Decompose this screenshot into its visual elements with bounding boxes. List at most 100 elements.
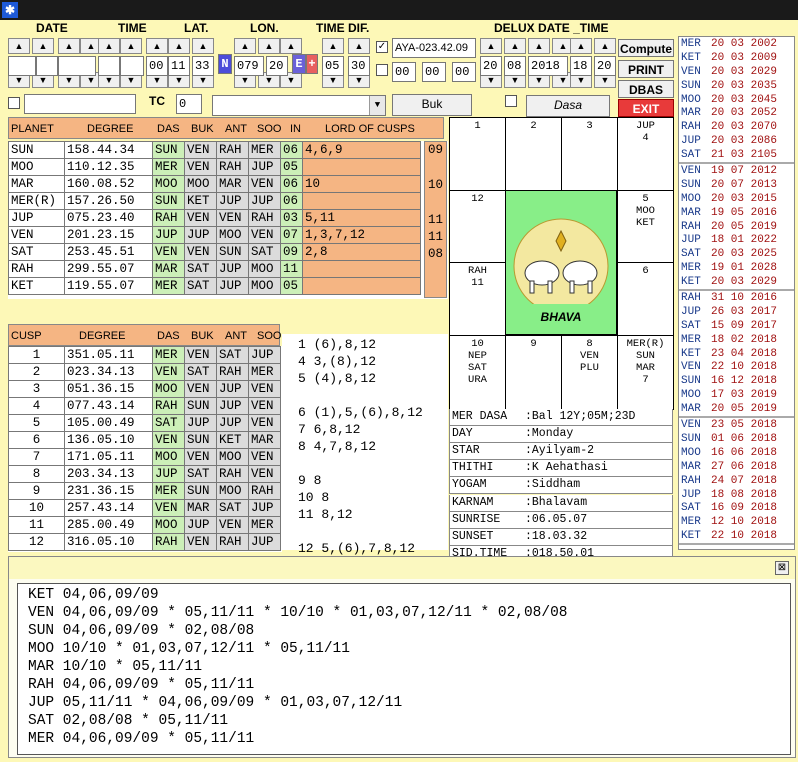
spin-up-icon[interactable]: ▲: [322, 38, 344, 54]
dasa-date: 18 08 2018: [711, 488, 778, 501]
dasa-date-row[interactable]: MER 18 02 2018: [679, 333, 794, 347]
time-hour-field[interactable]: [98, 56, 120, 76]
dasa-date-row[interactable]: JUP 18 01 2022: [679, 233, 794, 247]
time-min-field[interactable]: [120, 56, 144, 76]
td-min-field[interactable]: 30: [348, 56, 370, 76]
zone-checkbox[interactable]: [376, 64, 388, 76]
lon-dir-button[interactable]: E: [292, 54, 306, 74]
dasa-date-row[interactable]: MOO 20 03 2045: [679, 93, 794, 107]
spin-up-icon[interactable]: ▲: [32, 38, 54, 54]
dasa-date-row[interactable]: MAR 19 05 2016: [679, 206, 794, 220]
cusp-cell: 077.43.14: [64, 397, 153, 415]
spin-up-icon[interactable]: ▲: [504, 38, 526, 54]
dasa-date-row[interactable]: SAT 15 09 2017: [679, 319, 794, 333]
dasa-date-row[interactable]: SAT 21 03 2105: [679, 148, 794, 162]
dasa-date-row[interactable]: MER 20 03 2002: [679, 37, 794, 51]
spin-up-icon[interactable]: ▲: [480, 38, 502, 54]
dasa-date-row[interactable]: MAR 20 03 2052: [679, 106, 794, 120]
dasa-date-row[interactable]: MOO 16 06 2018: [679, 446, 794, 460]
dasa-date-row[interactable]: MOO 17 03 2019: [679, 388, 794, 402]
buk-button[interactable]: Buk: [392, 94, 472, 116]
dasa-date-row[interactable]: RAH 20 05 2019: [679, 220, 794, 234]
spin-up-icon[interactable]: ▲: [8, 38, 30, 54]
dasa-date-row[interactable]: SAT 20 03 2025: [679, 247, 794, 261]
date-day-field[interactable]: [8, 56, 36, 76]
dasa-date-row[interactable]: VEN 23 05 2018: [679, 418, 794, 432]
dasa-date-row[interactable]: RAH 24 07 2018: [679, 474, 794, 488]
spin-up-icon[interactable]: ▲: [120, 38, 142, 54]
dasa-date-row[interactable]: SAT 16 09 2018: [679, 501, 794, 515]
spin-up-icon[interactable]: ▲: [594, 38, 616, 54]
spin-up-icon[interactable]: ▲: [168, 38, 190, 54]
dasa-date-row[interactable]: JUP 20 03 2086: [679, 134, 794, 148]
spin-up-icon[interactable]: ▲: [146, 38, 168, 54]
dasa-date-row[interactable]: VEN 19 07 2012: [679, 164, 794, 178]
dasa-date-row[interactable]: KET 20 03 2029: [679, 275, 794, 289]
delux-year-field[interactable]: 2018: [528, 56, 568, 76]
spin-up-icon[interactable]: ▲: [348, 38, 370, 54]
cusp-cell: VEN: [152, 431, 185, 449]
aya-field[interactable]: AYA-023.42.09: [392, 38, 476, 58]
dasa-date-row[interactable]: MAR 27 06 2018: [679, 460, 794, 474]
dasa-date-row[interactable]: VEN 20 03 2029: [679, 65, 794, 79]
dasa-date-row[interactable]: VEN 22 10 2018: [679, 360, 794, 374]
lat-sec-field[interactable]: 33: [192, 56, 214, 76]
lon-deg-field[interactable]: 079: [234, 56, 264, 76]
lon-min-field[interactable]: 20: [266, 56, 288, 76]
tc-field[interactable]: 0: [176, 94, 202, 114]
dasa-planet: JUP: [681, 135, 701, 148]
dasa-date-row[interactable]: MAR 20 05 2019: [679, 402, 794, 416]
spin-up-icon[interactable]: ▲: [98, 38, 120, 54]
dbas-button[interactable]: DBAS: [618, 80, 674, 98]
aya-checkbox[interactable]: ✓: [376, 41, 388, 53]
chevron-down-icon[interactable]: ▼: [369, 96, 385, 115]
print-button[interactable]: PRINT: [618, 60, 674, 78]
spin-up-icon[interactable]: ▲: [234, 38, 256, 54]
zone-1-field[interactable]: 00: [392, 62, 416, 82]
dasa-date-row[interactable]: MER 19 01 2028: [679, 261, 794, 275]
dasa-checkbox[interactable]: [505, 95, 517, 107]
dasa-date-row[interactable]: JUP 26 03 2017: [679, 305, 794, 319]
close-icon[interactable]: ⊠: [775, 561, 789, 575]
dasa-date-row[interactable]: SUN 01 06 2018: [679, 432, 794, 446]
dasa-date-row[interactable]: RAH 20 03 2070: [679, 120, 794, 134]
side-number: [425, 264, 446, 281]
delux-hour-field[interactable]: 18: [570, 56, 592, 76]
dasa-date-row[interactable]: SUN 20 03 2035: [679, 79, 794, 93]
dasa-button[interactable]: Dasa: [526, 95, 610, 117]
zone-3-field[interactable]: 00: [452, 62, 476, 82]
delux-day-field[interactable]: 20: [480, 56, 502, 76]
zone-2-field[interactable]: 00: [422, 62, 446, 82]
cusp-cell: MAR: [184, 499, 217, 517]
date-year-field[interactable]: [58, 56, 96, 76]
delux-month-field[interactable]: 08: [504, 56, 526, 76]
dasa-date-row[interactable]: KET 20 03 2009: [679, 51, 794, 65]
dasa-date-row[interactable]: SUN 20 07 2013: [679, 178, 794, 192]
dasa-date-row[interactable]: RAH 31 10 2016: [679, 291, 794, 305]
spin-up-icon[interactable]: ▲: [258, 38, 280, 54]
dasa-date-row[interactable]: MER 12 10 2018: [679, 515, 794, 529]
dasa-date-row[interactable]: KET 23 04 2018: [679, 347, 794, 361]
exit-button[interactable]: EXIT: [618, 99, 674, 117]
dasa-date-row[interactable]: SUN 16 12 2018: [679, 374, 794, 388]
dasa-date-row[interactable]: MOO 20 03 2015: [679, 192, 794, 206]
misc-checkbox[interactable]: [8, 97, 20, 109]
lon-sign-button[interactable]: +: [306, 54, 318, 74]
dasa-date-row[interactable]: KET 22 10 2018: [679, 529, 794, 543]
significator-line: KET 04,06,09/09: [28, 587, 159, 603]
spin-up-icon[interactable]: ▲: [280, 38, 302, 54]
name-field[interactable]: [24, 94, 136, 114]
compute-button[interactable]: Compute: [618, 39, 674, 57]
place-dropdown[interactable]: ▼: [212, 95, 386, 116]
date-month-field[interactable]: [36, 56, 58, 76]
lat-dir-button[interactable]: N: [218, 54, 232, 74]
spin-up-icon[interactable]: ▲: [192, 38, 214, 54]
spin-up-icon[interactable]: ▲: [570, 38, 592, 54]
spin-up-icon[interactable]: ▲: [528, 38, 550, 54]
td-hour-field[interactable]: 05: [322, 56, 344, 76]
lat-deg-field[interactable]: 00: [146, 56, 168, 76]
lat-min-field[interactable]: 11: [168, 56, 190, 76]
dasa-date-row[interactable]: JUP 18 08 2018: [679, 488, 794, 502]
delux-min-field[interactable]: 20: [594, 56, 616, 76]
spin-up-icon[interactable]: ▲: [58, 38, 80, 54]
